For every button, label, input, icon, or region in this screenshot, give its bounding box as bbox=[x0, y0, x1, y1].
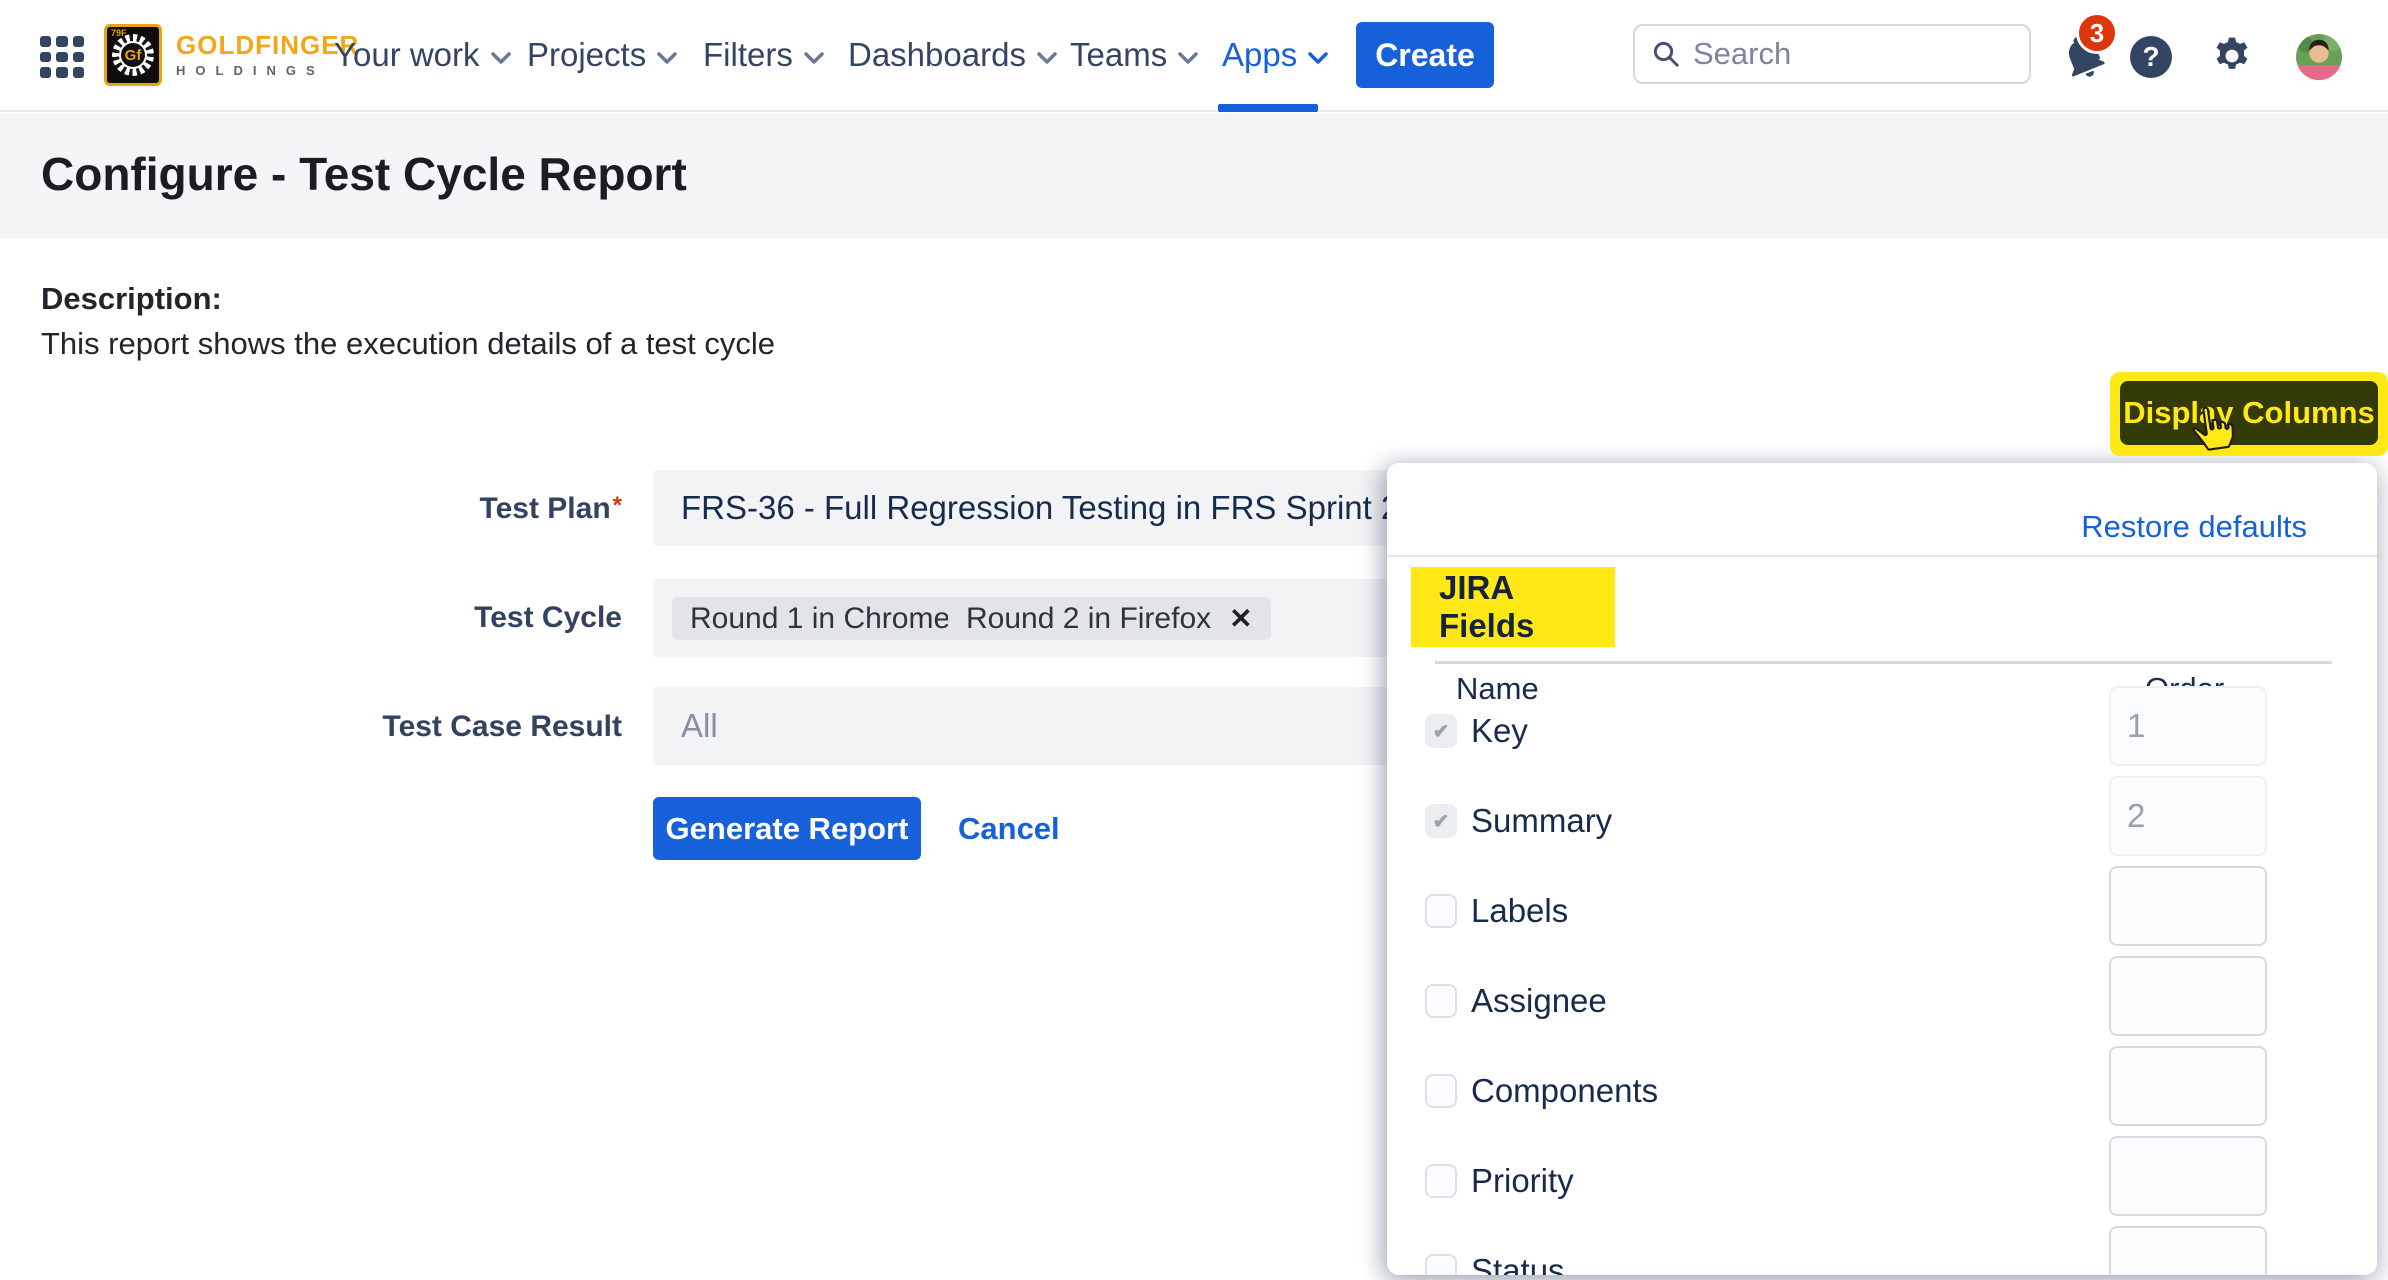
check-icon: ✔ bbox=[1433, 809, 1450, 834]
logo-badge-text: 79F bbox=[111, 28, 127, 38]
test-plan-select[interactable]: FRS-36 - Full Regression Testing in FRS … bbox=[653, 470, 1463, 546]
logo-monogram: Gf bbox=[119, 41, 147, 69]
order-input-key bbox=[2109, 686, 2267, 766]
order-input-components[interactable] bbox=[2109, 1046, 2267, 1126]
top-navigation-bar: 79F Gf GOLDFINGER HOLDINGS Your work Pro… bbox=[0, 0, 2388, 112]
restore-defaults-link[interactable]: Restore defaults bbox=[2081, 509, 2307, 545]
user-avatar[interactable] bbox=[2296, 34, 2342, 85]
search-icon bbox=[1651, 39, 1681, 69]
checkbox-summary[interactable]: ✔ bbox=[1425, 804, 1457, 838]
logo-subtitle: HOLDINGS bbox=[176, 63, 359, 78]
panel-divider bbox=[1387, 555, 2377, 557]
global-search[interactable] bbox=[1633, 24, 2031, 84]
display-columns-panel: Restore defaults JIRA Fields Name Order … bbox=[1387, 463, 2377, 1275]
chevron-down-icon bbox=[803, 51, 825, 65]
checkbox-components[interactable]: ✔ bbox=[1425, 1074, 1457, 1108]
field-row-status: ✔ Status bbox=[1387, 1248, 2377, 1275]
required-asterisk: * bbox=[613, 492, 622, 519]
chevron-down-icon bbox=[490, 51, 512, 65]
order-input-summary bbox=[2109, 776, 2267, 856]
nav-item-dashboards[interactable]: Dashboards bbox=[848, 0, 1058, 110]
goldfinger-logo[interactable]: 79F Gf GOLDFINGER HOLDINGS bbox=[104, 24, 359, 86]
table-top-border bbox=[1435, 661, 2332, 664]
test-case-result-input[interactable] bbox=[653, 687, 1463, 765]
page-title: Configure - Test Cycle Report bbox=[41, 147, 687, 201]
create-button[interactable]: Create bbox=[1356, 22, 1494, 88]
shutter-icon: Gf bbox=[112, 34, 154, 76]
checkbox-status[interactable]: ✔ bbox=[1425, 1254, 1457, 1275]
checkbox-assignee[interactable]: ✔ bbox=[1425, 984, 1457, 1018]
logo-emblem: 79F Gf bbox=[104, 24, 162, 86]
column-header-name: Name bbox=[1456, 671, 1539, 707]
logo-title: GOLDFINGER bbox=[176, 32, 359, 58]
help-icon[interactable]: ? bbox=[2130, 36, 2172, 78]
order-input-status[interactable] bbox=[2109, 1226, 2267, 1275]
jira-fields-section-highlight: JIRA Fields bbox=[1411, 567, 1615, 647]
description-label: Description: bbox=[41, 281, 222, 317]
description-text: This report shows the execution details … bbox=[41, 326, 775, 362]
cancel-link[interactable]: Cancel bbox=[958, 797, 1060, 860]
jira-fields-section-title: JIRA Fields bbox=[1411, 569, 1615, 645]
hand-pointer-cursor-icon bbox=[2185, 401, 2239, 455]
checkbox-labels[interactable]: ✔ bbox=[1425, 894, 1457, 928]
display-columns-highlight-ring: Display Columns bbox=[2110, 372, 2388, 456]
nav-item-your-work[interactable]: Your work bbox=[334, 0, 512, 110]
chevron-down-icon bbox=[1177, 51, 1199, 65]
test-plan-label: Test Plan* bbox=[322, 492, 622, 526]
test-case-result-label: Test Case Result bbox=[322, 710, 622, 744]
settings-gear-icon[interactable] bbox=[2210, 34, 2254, 83]
nav-item-filters[interactable]: Filters bbox=[703, 0, 825, 110]
search-input[interactable] bbox=[1693, 36, 1993, 72]
notification-count-badge: 3 bbox=[2076, 12, 2118, 54]
order-input-labels[interactable] bbox=[2109, 866, 2267, 946]
chevron-down-icon bbox=[656, 51, 678, 65]
app-switcher-grid-icon[interactable] bbox=[40, 36, 84, 78]
order-input-assignee[interactable] bbox=[2109, 956, 2267, 1036]
nav-item-teams[interactable]: Teams bbox=[1070, 0, 1199, 110]
test-cycle-label: Test Cycle bbox=[322, 601, 622, 635]
generate-report-button[interactable]: Generate Report bbox=[653, 797, 921, 860]
remove-chip-icon[interactable]: ✕ bbox=[1229, 602, 1252, 635]
chevron-down-icon bbox=[1036, 51, 1058, 65]
nav-item-projects[interactable]: Projects bbox=[527, 0, 678, 110]
active-tab-underline bbox=[1218, 104, 1318, 112]
test-case-result-select[interactable] bbox=[653, 687, 1463, 765]
order-input-priority[interactable] bbox=[2109, 1136, 2267, 1216]
check-icon: ✔ bbox=[1433, 719, 1450, 744]
test-cycle-chip[interactable]: Round 2 in Firefox ✕ bbox=[948, 597, 1271, 640]
checkbox-key[interactable]: ✔ bbox=[1425, 714, 1457, 748]
test-cycle-select[interactable]: Round 1 in Chrome ✕ Round 2 in Firefox ✕ bbox=[653, 579, 1463, 657]
nav-item-apps[interactable]: Apps bbox=[1222, 0, 1329, 110]
display-columns-button[interactable]: Display Columns bbox=[2120, 381, 2378, 445]
checkbox-priority[interactable]: ✔ bbox=[1425, 1164, 1457, 1198]
chevron-down-icon bbox=[1307, 51, 1329, 65]
